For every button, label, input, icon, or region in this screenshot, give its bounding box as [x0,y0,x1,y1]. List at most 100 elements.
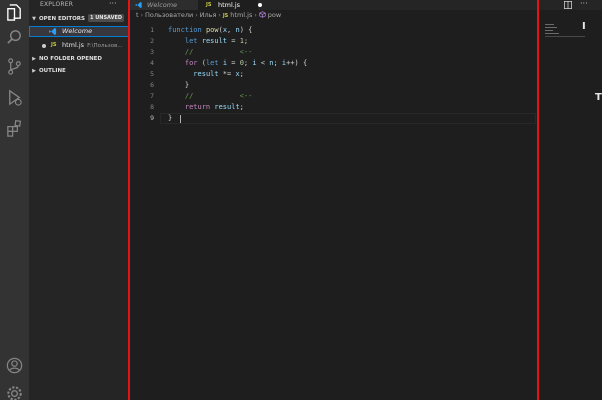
code-token: for [184,59,198,67]
open-editor-path: F:\Пользов... [87,43,123,49]
overlay-glyph: I [582,21,586,32]
gear-icon[interactable] [5,384,24,400]
minimap-line [545,24,554,25]
text-cursor [180,115,181,123]
code-token: 0 [239,59,244,67]
code-token: let [184,37,198,45]
tab-html-js[interactable]: JS html.js [198,0,262,10]
no-folder-header[interactable]: ▶ NO FOLDER OPENED [29,54,130,64]
code-line[interactable]: function pow(x, n) { [168,25,252,36]
code-token: x [235,70,240,78]
breadcrumb-segment[interactable]: pow [268,11,281,19]
account-icon[interactable] [5,356,24,375]
right-tab-bar: ··· [540,0,602,10]
tab-welcome[interactable]: Welcome [130,0,198,10]
code-line[interactable]: } [168,80,189,91]
line-number: 3 [150,48,154,56]
code-line[interactable]: return result; [168,102,244,113]
tab-label: html.js [218,1,241,9]
outline-label: OUTLINE [39,68,66,74]
js-file-icon: JS [206,2,212,8]
chevron-right-icon: › [140,12,143,19]
code-line[interactable]: // <-- [168,47,252,58]
unsaved-dot-icon [42,44,46,48]
line-number: 2 [150,37,154,45]
line-number: 6 [150,81,154,89]
line-number: 5 [150,70,154,78]
activity-bar [0,0,29,400]
js-file-icon: JS [222,13,229,19]
chevron-right-icon: › [218,12,221,19]
line-number: 4 [150,59,154,67]
tab-label: Welcome [147,1,178,9]
code-token: 1 [239,37,244,45]
minimap-line [545,36,585,37]
code-token: n [235,26,240,34]
minimap-line [545,33,559,34]
code-line[interactable]: result *= x; [168,69,244,80]
more-actions-icon[interactable]: ··· [580,0,588,10]
chevron-right-icon: ▶ [32,56,36,62]
code-token: return [184,103,211,111]
code-token: n [269,59,274,67]
extensions-icon[interactable] [5,119,24,138]
code-token: let [205,59,219,67]
line-number: 1 [150,26,154,34]
chevron-right-icon: › [195,12,198,19]
code-token: result [193,70,219,78]
right-editor-group: ··· I T [540,0,602,400]
run-debug-icon[interactable] [5,88,24,107]
code-line[interactable]: } [168,113,172,124]
code-token: i [222,59,228,67]
red-guide-left [128,0,130,400]
code-token: x [222,26,228,34]
line-number: 9 [150,114,154,122]
js-file-icon: JS [51,42,57,48]
search-icon[interactable] [5,28,24,47]
unsaved-badge: 1 UNSAVED [87,14,125,22]
no-folder-label: NO FOLDER OPENED [39,56,102,62]
code-token: i [252,59,257,67]
chevron-right-icon: ▶ [32,68,36,74]
more-actions-icon[interactable]: ··· [109,0,117,10]
overlay-glyph: T [595,92,602,103]
code-token: i [281,59,287,67]
code-line[interactable]: // <-- [168,91,252,102]
method-cube-icon [259,11,266,18]
breadcrumb-segment[interactable]: Пользователи [145,11,193,19]
code-comment: // <-- [184,92,253,100]
source-control-icon[interactable] [5,57,24,76]
code-comment: // <-- [184,48,253,56]
open-editor-name: Welcome [62,27,93,35]
chevron-down-icon: ▼ [32,16,36,22]
files-icon[interactable] [5,3,24,22]
open-editors-header[interactable]: ▼ OPEN EDITORS 1 UNSAVED [29,14,130,24]
red-guide-right [537,0,539,400]
breadcrumb-segment[interactable]: Илья [200,11,217,19]
current-line-highlight [160,113,536,124]
explorer-sidebar: EXPLORER ··· ▼ OPEN EDITORS 1 UNSAVED Welc… [29,0,130,400]
minimap-line [545,30,553,31]
open-editor-html-js[interactable]: JS html.js F:\Пользов... [29,40,130,51]
code-line[interactable]: for (let i = 0; i < n; i++) { [168,58,307,69]
split-editor-icon[interactable] [564,1,572,9]
code-token: function [168,26,202,34]
line-number: 7 [150,92,154,100]
open-editors-label: OPEN EDITORS [39,16,85,22]
vscode-icon [49,28,57,35]
minimap-line [545,27,557,28]
open-editor-welcome[interactable]: Welcome [29,26,130,37]
unsaved-dot-icon[interactable] [258,3,262,7]
outline-header[interactable]: ▶ OUTLINE [29,66,130,76]
breadcrumb-segment[interactable]: t [136,11,139,19]
code-token: pow [205,26,219,34]
sidebar-title: EXPLORER [40,1,74,8]
editor-tab-bar: Welcome JS html.js [130,0,540,10]
open-editor-name: html.js [62,41,85,49]
code-line[interactable]: let result = 1; [168,36,248,47]
line-number: 8 [150,103,154,111]
code-editor[interactable]: 1 2 3 4 5 6 7 8 9 function pow(x, n) { l… [130,21,540,400]
chevron-right-icon: › [254,12,257,19]
breadcrumb-segment[interactable]: html.js [230,11,252,19]
vscode-icon [135,2,142,8]
